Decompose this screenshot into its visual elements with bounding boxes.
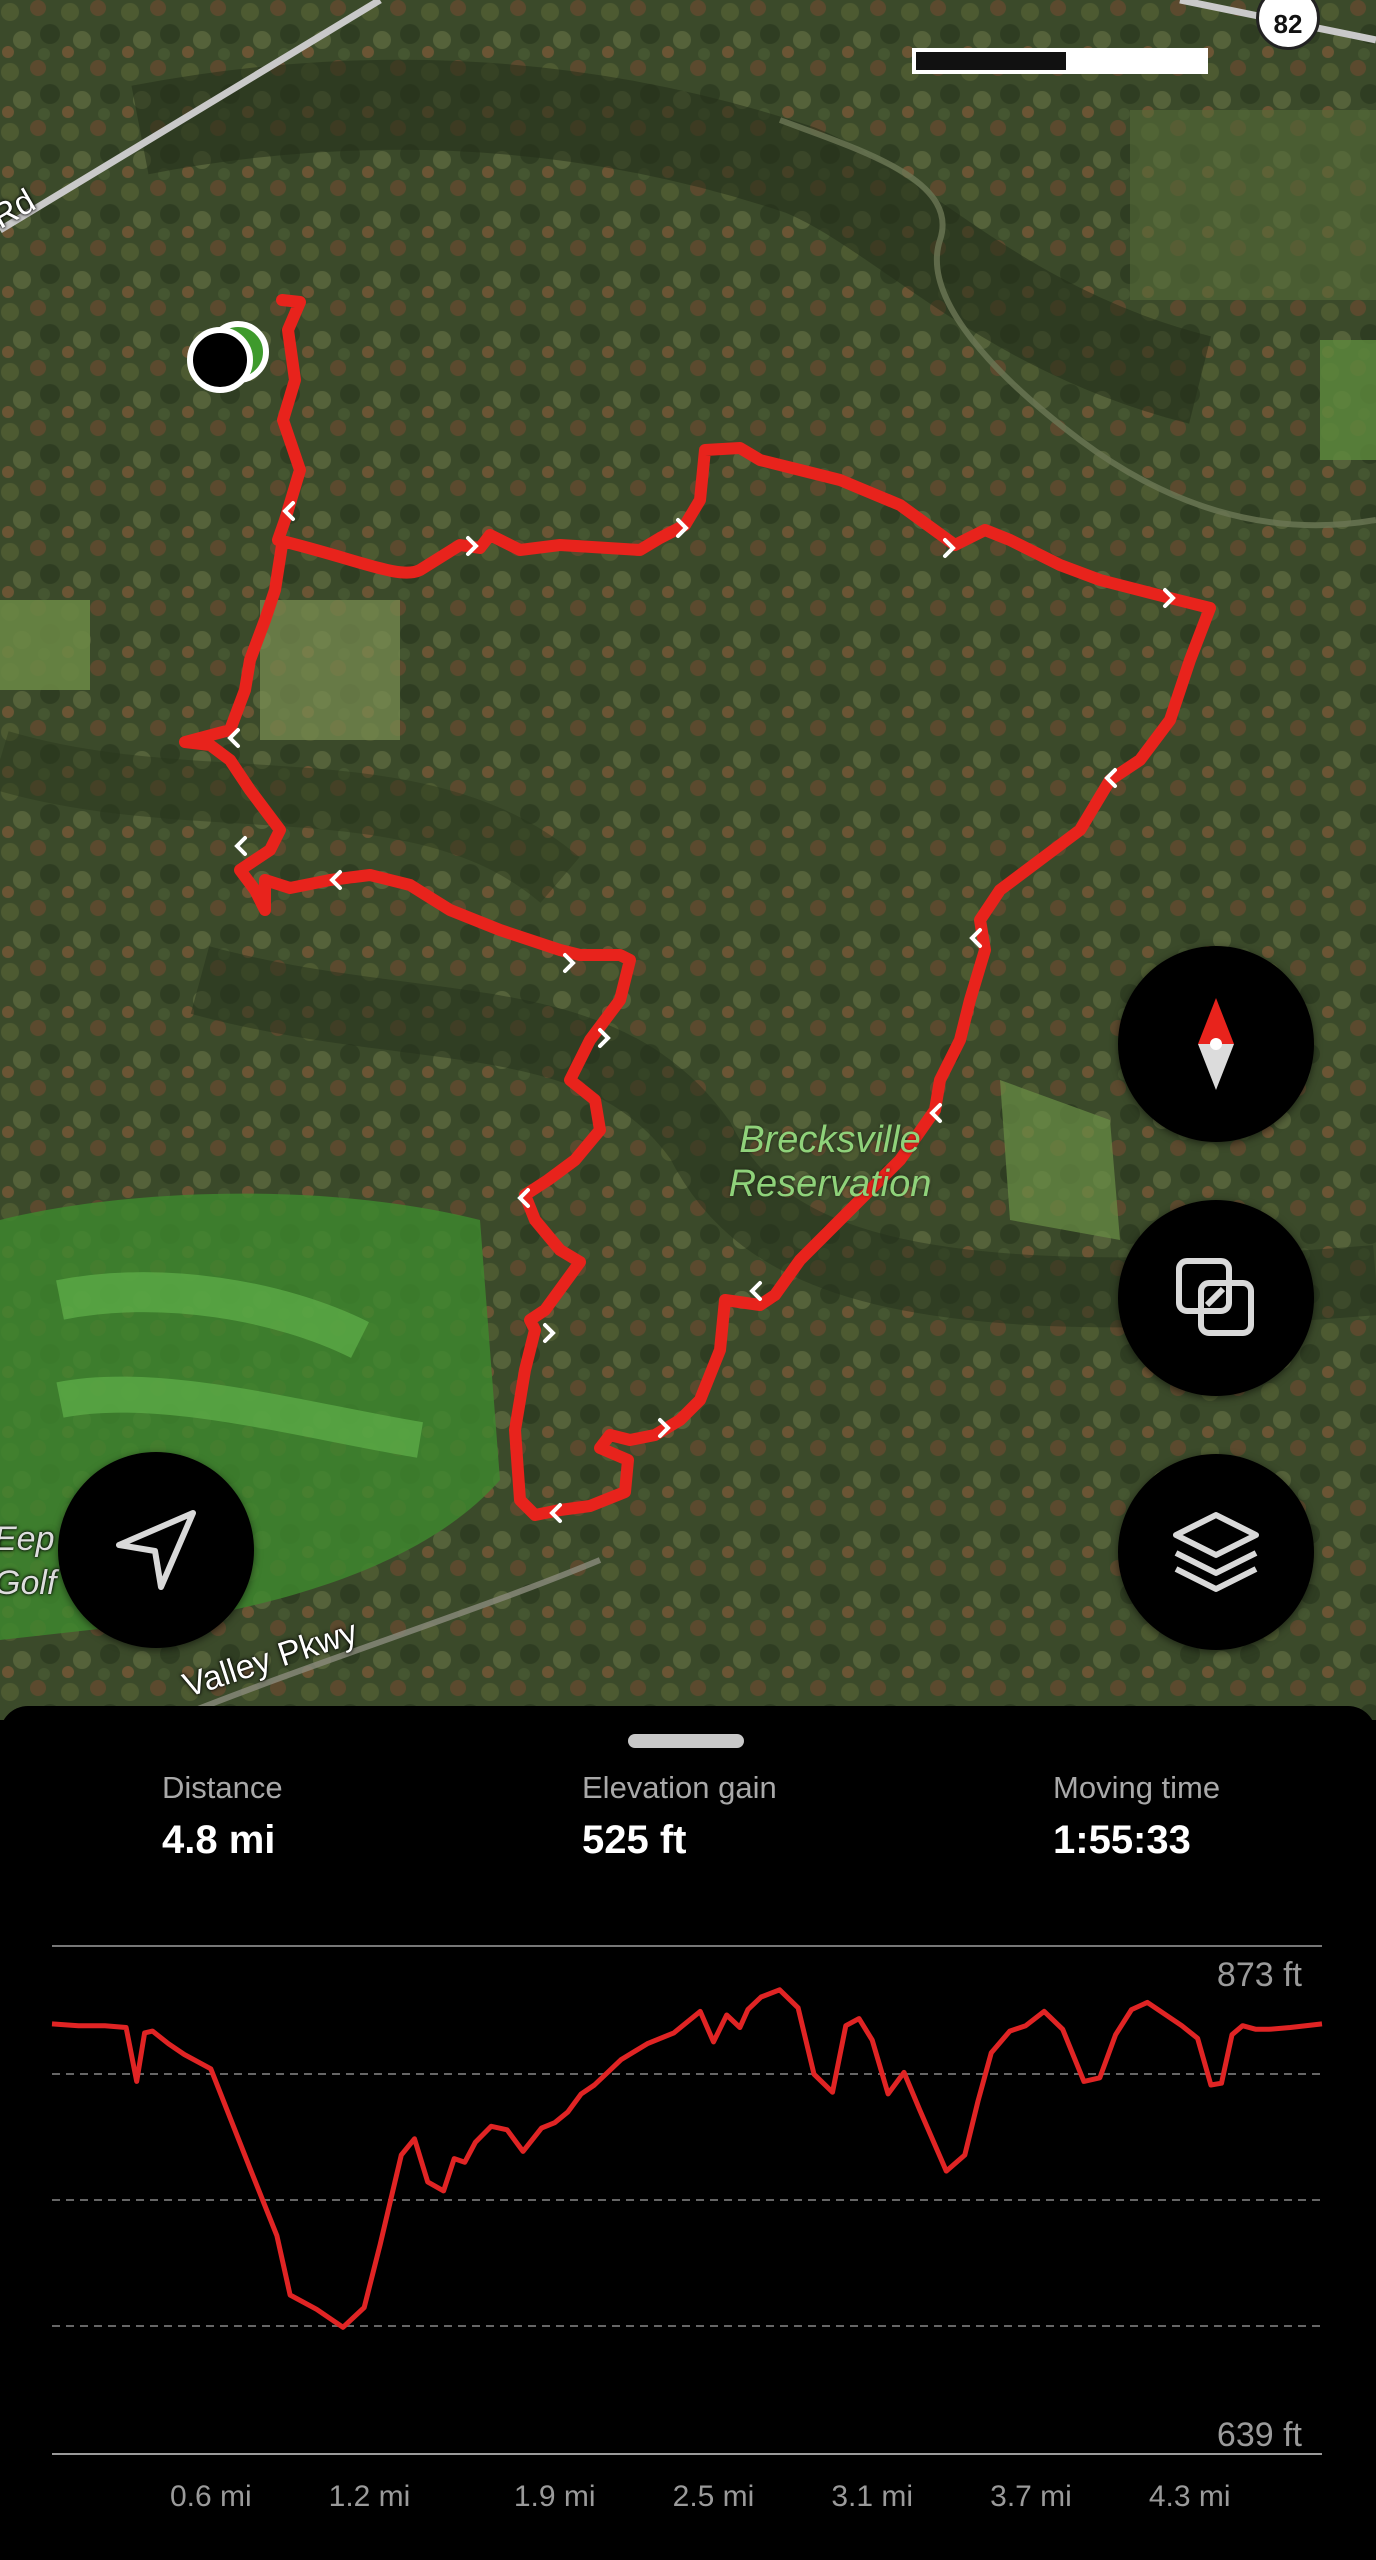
x-tick-label: 0.6 mi [170,2480,252,2513]
map-scale-bar [912,48,1208,74]
map-overlay-icon [1176,1258,1254,1336]
layers-icon [1173,1512,1259,1592]
elevation-series-line [51,1987,1323,2330]
golf-label: Golf [0,1564,57,1602]
compass-icon [1198,998,1234,1090]
map-view[interactable]: 82 Rd Valley Pkwy Eep Golf Brecksville R… [0,0,1376,1720]
park-label-line1: Brecksville [739,1119,921,1161]
compass-button[interactable] [1118,946,1314,1142]
golf-label: Eep [0,1520,55,1558]
x-tick-label: 2.5 mi [673,2480,755,2513]
navigation-arrow-icon [116,1510,196,1590]
x-tick-label: 3.7 mi [990,2480,1072,2513]
park-label-line2: Reservation [728,1163,932,1205]
locate-me-button[interactable] [58,1452,254,1648]
park-label: Brecksville Reservation [700,1118,960,1206]
satellite-imagery [0,0,1376,1720]
map-overlay-button[interactable] [1118,1200,1314,1396]
x-tick-label: 4.3 mi [1149,2480,1231,2513]
x-tick-labels: 0.6 mi 1.2 mi 1.9 mi 2.5 mi 3.1 mi 3.7 mi 4.3 … [170,2480,1231,2513]
x-tick-label: 1.2 mi [329,2480,411,2513]
activity-summary-sheet[interactable]: Distance 4.8 mi Elevation gain 525 ft Mo… [0,1706,1376,2560]
y-min-label: 639 ft [1217,2416,1303,2454]
y-max-label: 873 ft [1217,1956,1303,1994]
elevation-chart[interactable]: 873 ft 639 ft 0.6 mi 1.2 mi 1.9 mi 2.5 mi 3.… [0,1706,1376,2560]
layers-button[interactable] [1118,1454,1314,1650]
x-tick-label: 1.9 mi [514,2480,596,2513]
x-tick-label: 3.1 mi [831,2480,913,2513]
